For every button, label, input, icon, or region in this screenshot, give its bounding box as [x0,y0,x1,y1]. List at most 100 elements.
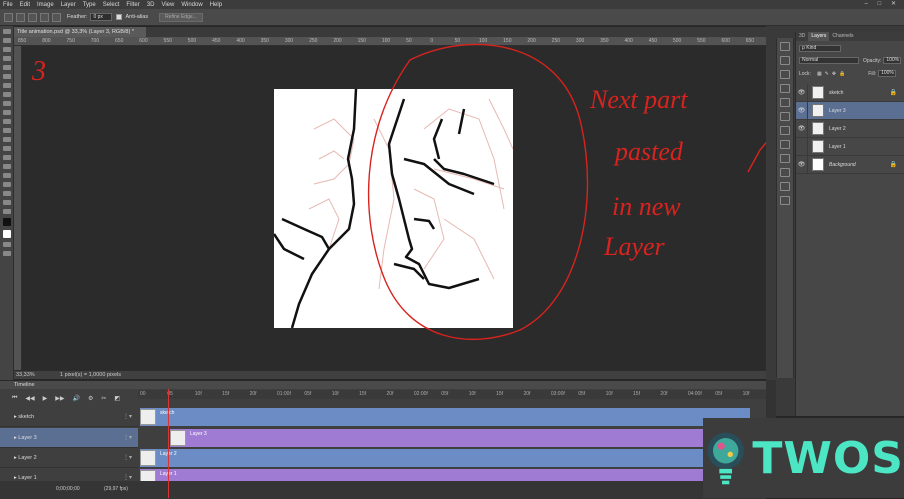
path-select-icon[interactable] [2,173,11,178]
clip-sketch[interactable]: sketch [140,408,750,426]
refine-edge-button[interactable]: Refine Edge... [159,12,203,22]
track-layer-2[interactable]: ▸ Layer 2 ⋮▾ [0,448,138,468]
menu-filter[interactable]: Filter [126,2,139,8]
window-controls[interactable]: ‒ □ ✕ [865,0,900,7]
fill-input[interactable]: 100% [878,70,897,77]
document-tab[interactable]: Title animation.psd @ 33,3% (Layer 3, RG… [14,27,146,37]
clip-layer-2[interactable]: Layer 2 [140,449,750,467]
tab-channels[interactable]: Channels [829,32,856,41]
timeline-ruler[interactable]: 00 05 10f 15f 20f 01:00f 05f 10f 15f 20f 02:00f 05f… [138,390,775,399]
track-menu-icon[interactable]: ⋮▾ [123,434,132,441]
track-sketch[interactable]: ▸ sketch ⋮▾ [0,407,138,427]
adjustments-panel-icon[interactable] [780,154,790,163]
pen-tool-icon[interactable] [2,155,11,160]
first-frame-icon[interactable]: ⏮ [12,395,17,402]
tab-3d[interactable]: 3D [796,32,808,41]
next-frame-icon[interactable]: ▶▶ [55,395,64,402]
visibility-eye-icon[interactable] [796,137,808,156]
subtract-selection-icon[interactable] [40,12,49,22]
document-canvas[interactable] [272,88,514,329]
clone-stamp-icon[interactable] [2,101,11,106]
lock-icons[interactable]: ▦✎✥🔒 [817,71,848,77]
layer-row-sketch[interactable]: 👁 sketch 🔒 [796,83,904,102]
layer-row-layer-2[interactable]: 👁 Layer 2 [796,119,904,138]
opacity-input[interactable]: 100% [883,57,902,64]
playhead[interactable] [168,389,169,498]
brush-panel-icon[interactable] [780,140,790,149]
eyedropper-icon[interactable] [2,74,11,79]
type-tool-icon[interactable] [2,164,11,169]
paragraph-panel-icon[interactable] [780,56,790,65]
menu-layer[interactable]: Layer [61,2,76,8]
navigator-panel-icon[interactable] [780,126,790,135]
timeline-header: Timeline [0,381,775,389]
crop-tool-icon[interactable] [2,65,11,70]
more-tools-icon[interactable] [2,209,11,214]
history-brush-icon[interactable] [2,110,11,115]
lightbulb-logo-icon [707,432,744,485]
visibility-eye-icon[interactable]: 👁 [796,83,808,102]
add-selection-icon[interactable] [28,12,37,22]
intersect-selection-icon[interactable] [52,12,61,22]
quick-mask-icon[interactable] [2,242,11,247]
actions-panel-icon[interactable] [780,182,790,191]
layer-row-background[interactable]: 👁 Background 🔒 [796,155,904,174]
lasso-tool-icon[interactable] [4,12,13,22]
menu-file[interactable]: File [3,2,13,8]
tab-layers[interactable]: Layers [808,32,830,41]
info-panel-icon[interactable] [780,112,790,121]
paths-panel-icon[interactable] [780,196,790,205]
layer-row-layer-3[interactable]: 👁 Layer 3 [796,101,904,120]
hand-tool-icon[interactable] [2,191,11,196]
menu-type[interactable]: Type [83,2,96,8]
gradient-tool-icon[interactable] [2,128,11,133]
track-menu-icon[interactable]: ⋮▾ [123,413,132,420]
menu-edit[interactable]: Edit [20,2,30,8]
blend-mode-select[interactable]: Normal [799,57,859,64]
zoom-tool-icon[interactable] [2,200,11,205]
layer-row-layer-1[interactable]: Layer 1 [796,137,904,156]
marquee-tool-icon[interactable] [2,38,11,43]
quick-select-icon[interactable] [2,56,11,61]
history-panel-icon[interactable] [780,70,790,79]
screen-mode-icon[interactable] [2,251,11,256]
styles-panel-icon[interactable] [780,168,790,177]
transition-icon[interactable]: ◩ [114,395,120,402]
menu-view[interactable]: View [161,2,174,8]
background-color-icon[interactable] [2,230,11,238]
lasso-tool-icon[interactable] [2,47,11,52]
settings-icon[interactable]: ⚙ [88,395,93,402]
zoom-level[interactable]: 33,33% [16,371,35,380]
menu-image[interactable]: Image [37,2,54,8]
move-tool-icon[interactable] [2,29,11,34]
histogram-panel-icon[interactable] [780,84,790,93]
visibility-eye-icon[interactable]: 👁 [796,101,808,120]
menu-help[interactable]: Help [210,2,222,8]
blur-tool-icon[interactable] [2,137,11,142]
swatches-panel-icon[interactable] [780,98,790,107]
audio-icon[interactable]: 🔊 [73,395,80,402]
prev-frame-icon[interactable]: ◀◀ [25,395,34,402]
split-icon[interactable]: ✂ [101,395,106,402]
dodge-tool-icon[interactable] [2,146,11,151]
track-layer-3[interactable]: ▸ Layer 3 ⋮▾ [0,428,138,448]
visibility-eye-icon[interactable]: 👁 [796,119,808,138]
visibility-eye-icon[interactable]: 👁 [796,155,808,174]
antialias-checkbox[interactable] [116,14,123,20]
brush-tool-icon[interactable] [2,92,11,97]
eraser-tool-icon[interactable] [2,119,11,124]
healing-brush-icon[interactable] [2,83,11,88]
shape-tool-icon[interactable] [2,182,11,187]
menu-window[interactable]: Window [181,2,202,8]
character-panel-icon[interactable] [780,42,790,51]
feather-input[interactable]: 0 px [90,13,113,21]
track-menu-icon[interactable]: ⋮▾ [123,454,132,461]
menu-select[interactable]: Select [103,2,120,8]
layer-kind-filter[interactable]: ρ Kind [799,45,841,52]
play-icon[interactable]: ▶ [43,395,48,402]
clip-layer-3[interactable]: Layer 3 [170,429,750,447]
track-menu-icon[interactable]: ⋮▾ [123,474,132,481]
menu-3d[interactable]: 3D [147,2,155,8]
new-selection-icon[interactable] [16,12,25,22]
foreground-color-icon[interactable] [2,218,11,226]
